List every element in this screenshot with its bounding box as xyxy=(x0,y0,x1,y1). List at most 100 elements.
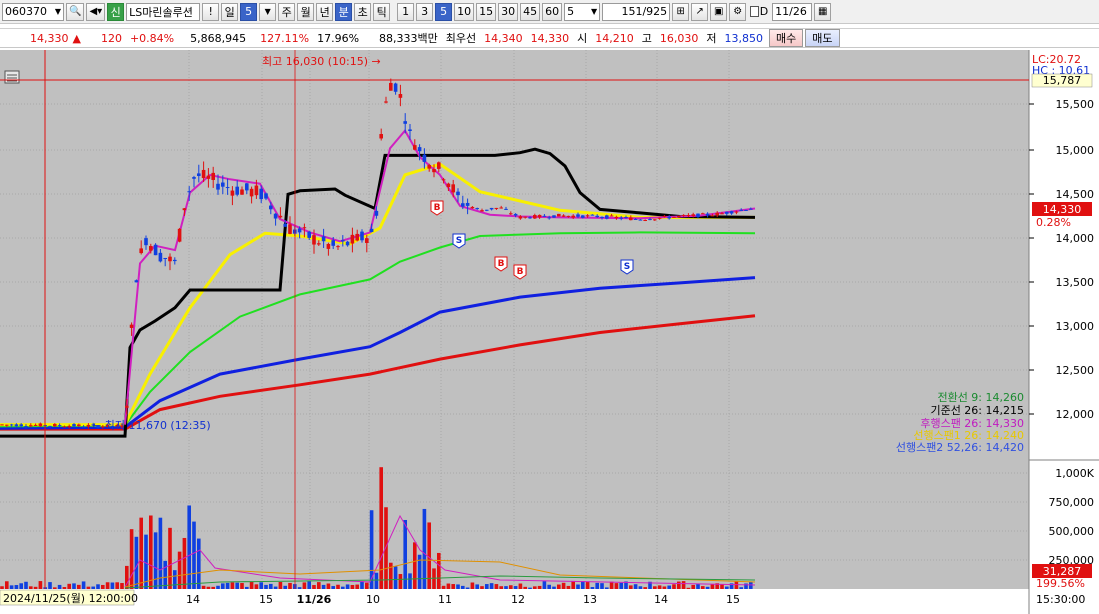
alert-button[interactable]: ! xyxy=(202,2,220,21)
candle-body xyxy=(701,213,705,215)
new-listing-badge: 신 xyxy=(107,2,125,21)
volume-bar xyxy=(609,581,614,589)
candle-body xyxy=(461,203,465,207)
y-tick-label: 14,000 xyxy=(1056,232,1095,245)
exclamation-icon: ! xyxy=(208,5,213,18)
volume-bar xyxy=(509,585,513,589)
candle-body xyxy=(542,215,547,217)
save-icon: ▣ xyxy=(713,6,724,17)
interval-5[interactable]: 5 xyxy=(435,2,453,21)
volume-bar xyxy=(173,570,177,589)
candle-body xyxy=(417,147,422,152)
period-second[interactable]: 초 xyxy=(354,2,372,21)
volume-bar xyxy=(249,581,254,589)
save-button[interactable]: ▣ xyxy=(710,2,728,21)
signal-label: B xyxy=(498,259,505,269)
low-price: 13,850 xyxy=(724,31,764,45)
interval-60[interactable]: 60 xyxy=(542,2,563,21)
date-toggle-label: D xyxy=(759,5,769,18)
volume-bar xyxy=(701,586,705,589)
interval-15[interactable]: 15 xyxy=(476,2,497,21)
chart-svg[interactable]: B S B B S 15,500 15,000 14,500 14,000 13,500 13,0… xyxy=(0,50,1099,614)
volume-bar xyxy=(480,586,484,589)
volume-bar xyxy=(465,587,470,589)
period-month[interactable]: 월 xyxy=(297,2,315,21)
volume-bar xyxy=(101,584,105,589)
interval-3[interactable]: 3 xyxy=(416,2,434,21)
period-dropdown[interactable]: ▼ xyxy=(259,2,277,21)
candle-body xyxy=(725,211,729,214)
candle-body xyxy=(379,134,383,139)
period-week[interactable]: 주 xyxy=(278,2,296,21)
x-tick-label: 14 xyxy=(186,593,200,606)
candle-body xyxy=(739,209,743,211)
candle-body xyxy=(321,236,326,242)
volume-bar xyxy=(413,542,417,589)
date-input[interactable]: 11/26 xyxy=(772,2,813,21)
volume-bar xyxy=(350,584,355,589)
volume-bar xyxy=(149,515,153,589)
sell-button[interactable]: 매도 xyxy=(805,29,840,47)
volume-bar xyxy=(393,566,398,589)
bar-count-field[interactable]: 151 /925 xyxy=(602,2,671,21)
candle-body xyxy=(605,215,609,219)
period-year[interactable]: 년 xyxy=(316,2,334,21)
volume-bar xyxy=(9,585,14,589)
candle-body xyxy=(427,164,431,169)
volume-bar xyxy=(662,586,667,589)
current-price: 14,330 xyxy=(30,31,69,45)
interval-select[interactable]: 5 ▼ xyxy=(564,2,601,21)
x-tick-label: 11/26 xyxy=(297,593,332,606)
x-tick-label: 13 xyxy=(583,593,597,606)
y-tick-label: 14,500 xyxy=(1056,188,1095,201)
volume-bar xyxy=(547,584,551,589)
period-day-count[interactable]: 5 xyxy=(240,2,258,21)
candle-body xyxy=(648,219,652,221)
volume-bar xyxy=(437,552,441,589)
date-toggle[interactable]: D xyxy=(748,3,770,21)
stock-code-input[interactable]: 060370 ▼ xyxy=(2,2,64,21)
volume-bar xyxy=(696,584,700,589)
volume-bar xyxy=(590,587,595,589)
y-tick-label: 13,000 xyxy=(1056,320,1095,333)
stock-name-field[interactable]: LS마린솔루션 xyxy=(126,2,201,21)
period-day[interactable]: 일 xyxy=(221,2,239,21)
sound-button[interactable]: ◀▾ xyxy=(86,2,106,21)
volume-bar xyxy=(369,510,374,589)
calendar-button[interactable]: ▦ xyxy=(814,2,832,21)
volume-bar xyxy=(312,585,316,589)
interval-45[interactable]: 45 xyxy=(520,2,541,21)
x-tick-label: 10 xyxy=(366,593,380,606)
volume-bar xyxy=(288,582,292,589)
volume-bar xyxy=(86,586,91,589)
toolbar: 060370 ▼ 🔍 ◀▾ 신 LS마린솔루션 ! 일 5 ▼ 주 월 년 분 … xyxy=(0,0,1099,24)
candle-body xyxy=(5,424,9,426)
volume-bar xyxy=(643,587,647,589)
draw-button[interactable]: ↗ xyxy=(691,2,709,21)
interval-30[interactable]: 30 xyxy=(498,2,519,21)
buy-button[interactable]: 매수 xyxy=(769,29,804,47)
indicator-button[interactable]: ⊞ xyxy=(672,2,690,21)
settings-button[interactable]: ⚙ xyxy=(729,2,747,21)
period-minute[interactable]: 분 xyxy=(335,2,353,21)
candle-body xyxy=(225,187,230,189)
volume-bar xyxy=(561,582,566,589)
chevron-down-icon: ▼ xyxy=(591,7,598,16)
interval-1[interactable]: 1 xyxy=(397,2,415,21)
legend-kijun: 기준선 26: 14,215 xyxy=(930,404,1024,417)
candle-body xyxy=(201,169,206,179)
period-tick[interactable]: 틱 xyxy=(373,2,391,21)
candle-body xyxy=(149,246,153,251)
best-ask: 14,340 xyxy=(484,31,523,45)
candle-body xyxy=(365,238,369,243)
interval-10[interactable]: 10 xyxy=(454,2,475,21)
checkbox-icon[interactable] xyxy=(750,6,759,17)
candle-body xyxy=(624,217,628,219)
volume-bar xyxy=(653,586,657,589)
search-button[interactable]: 🔍 xyxy=(66,2,85,21)
chart-area[interactable]: B S B B S 15,500 15,000 14,500 14,000 13,500 13,0… xyxy=(0,50,1099,614)
candle-body xyxy=(749,208,753,210)
candle-body xyxy=(197,173,201,176)
volume-bar xyxy=(667,585,671,589)
candle-body xyxy=(192,177,196,179)
